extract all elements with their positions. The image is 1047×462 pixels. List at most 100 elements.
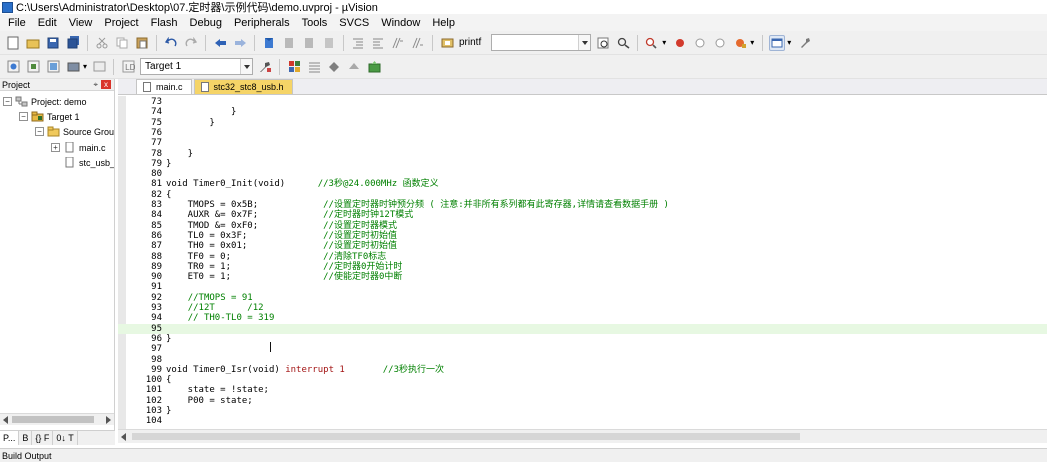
- tab-project[interactable]: P...: [0, 431, 20, 445]
- scroll-left-icon[interactable]: [3, 416, 8, 424]
- navigate-forward-icon[interactable]: [232, 35, 248, 51]
- menu-svcs[interactable]: SVCS: [333, 17, 375, 29]
- tree-item-project[interactable]: − Project: demo: [3, 94, 87, 109]
- collapse-icon[interactable]: −: [3, 97, 12, 106]
- comment-selection-icon[interactable]: [390, 35, 406, 51]
- project-horizontal-scrollbar[interactable]: [0, 413, 114, 425]
- code-line[interactable]: 96}: [118, 334, 1047, 344]
- menu-file[interactable]: File: [2, 17, 32, 29]
- code-line[interactable]: 86 TL0 = 0x3F; //设置定时初始值: [118, 231, 1047, 241]
- build-icon[interactable]: [25, 59, 41, 75]
- expand-icon[interactable]: +: [51, 143, 60, 152]
- open-folder-icon[interactable]: [25, 35, 41, 51]
- code-line[interactable]: 73: [118, 97, 1047, 107]
- code-line[interactable]: 97: [118, 344, 1047, 354]
- redo-icon[interactable]: [183, 35, 199, 51]
- tree-item-stc-usb[interactable]: stc_usb_: [63, 155, 114, 170]
- chevron-down-icon[interactable]: [240, 59, 253, 74]
- code-line[interactable]: 85 TMOD &= 0xF0; //设置定时器模式: [118, 221, 1047, 231]
- new-file-icon[interactable]: [5, 35, 21, 51]
- tab-templates[interactable]: 0↓ T: [53, 431, 78, 445]
- code-line[interactable]: 83 TMOPS = 0x5B; //设置定时器时钟预分频 ( 注意:并非所有系…: [118, 200, 1047, 210]
- breakpoint-icon[interactable]: [672, 35, 688, 51]
- bookmark-next-icon[interactable]: [301, 35, 317, 51]
- code-line[interactable]: 81 void Timer0_Init(void) //3秒@24.000MHz …: [118, 179, 1047, 189]
- navigate-back-icon[interactable]: [212, 35, 228, 51]
- breakpoint-kill-icon[interactable]: [732, 35, 748, 51]
- code-line[interactable]: 101 state = !state;: [118, 385, 1047, 395]
- code-line[interactable]: 80: [118, 169, 1047, 179]
- code-line[interactable]: 89 TR0 = 1; //定时器0开始计时: [118, 262, 1047, 272]
- code-line[interactable]: 104: [118, 416, 1047, 426]
- build-output-header[interactable]: Build Output: [0, 448, 1047, 462]
- menu-help[interactable]: Help: [426, 17, 461, 29]
- menu-project[interactable]: Project: [98, 17, 144, 29]
- code-line[interactable]: 82 {: [118, 190, 1047, 200]
- manage-rte-icon[interactable]: [346, 59, 362, 75]
- tab-books[interactable]: B: [19, 431, 33, 445]
- menu-debug[interactable]: Debug: [184, 17, 228, 29]
- code-line[interactable]: 74 }: [118, 107, 1047, 117]
- menu-view[interactable]: View: [63, 17, 99, 29]
- chevron-down-icon[interactable]: ▾: [662, 38, 666, 47]
- tree-item-main-c[interactable]: + main.c: [51, 140, 106, 155]
- zoom-icon[interactable]: [644, 35, 660, 51]
- scrollbar-thumb[interactable]: [132, 433, 800, 440]
- collapse-icon[interactable]: −: [35, 127, 44, 136]
- target-select[interactable]: Target 1: [140, 58, 254, 75]
- select-packs-icon[interactable]: [326, 59, 342, 75]
- file-extensions-icon[interactable]: [306, 59, 322, 75]
- close-icon[interactable]: x: [101, 80, 111, 89]
- menu-window[interactable]: Window: [375, 17, 426, 29]
- indent-icon[interactable]: [350, 35, 366, 51]
- find-icon[interactable]: [615, 35, 631, 51]
- find-in-files-icon[interactable]: [439, 35, 455, 51]
- scroll-right-icon[interactable]: [106, 416, 111, 424]
- cut-icon[interactable]: [94, 35, 110, 51]
- pin-icon[interactable]: ⌖: [93, 80, 98, 90]
- code-line[interactable]: 90 ET0 = 1; //使能定时器0中断: [118, 272, 1047, 282]
- uncomment-selection-icon[interactable]: [410, 35, 426, 51]
- tab-stc32-stc8-usb-h[interactable]: stc32_stc8_usb.h: [193, 79, 293, 94]
- incremental-find-icon[interactable]: [595, 35, 611, 51]
- scrollbar-thumb[interactable]: [12, 416, 94, 423]
- code-line[interactable]: 78 }: [118, 149, 1047, 159]
- save-icon[interactable]: [45, 35, 61, 51]
- rebuild-icon[interactable]: [45, 59, 61, 75]
- code-line[interactable]: 79}: [118, 159, 1047, 169]
- code-line[interactable]: 102 P00 = state;: [118, 396, 1047, 406]
- menu-flash[interactable]: Flash: [145, 17, 184, 29]
- bookmark-toggle-icon[interactable]: [261, 35, 277, 51]
- tab-functions[interactable]: {} F: [32, 431, 54, 445]
- unindent-icon[interactable]: [370, 35, 386, 51]
- pack-installer-icon[interactable]: [366, 59, 382, 75]
- chevron-down-icon[interactable]: ▾: [787, 38, 791, 47]
- configuration-wrench-icon[interactable]: [797, 35, 813, 51]
- menu-edit[interactable]: Edit: [32, 17, 63, 29]
- editor-horizontal-scrollbar[interactable]: [118, 429, 1047, 443]
- chevron-down-icon[interactable]: ▾: [83, 62, 87, 71]
- chevron-down-icon[interactable]: [578, 35, 591, 50]
- find-combo-box[interactable]: [491, 34, 592, 51]
- code-line[interactable]: 87 TH0 = 0x01; //设置定时初始值: [118, 241, 1047, 251]
- batch-build-icon[interactable]: [65, 59, 81, 75]
- code-line[interactable]: 99 void Timer0_Isr(void) interrupt 1 //3秒…: [118, 365, 1047, 375]
- stop-build-icon[interactable]: [91, 59, 107, 75]
- breakpoint-clear-icon[interactable]: [712, 35, 728, 51]
- code-line[interactable]: 88 TF0 = 0; //清除TF0标志: [118, 252, 1047, 262]
- bookmark-clear-icon[interactable]: [321, 35, 337, 51]
- target-options-icon[interactable]: [257, 59, 273, 75]
- tab-main-c[interactable]: main.c: [136, 79, 192, 94]
- code-line[interactable]: 93 //12T /12: [118, 303, 1047, 313]
- code-line[interactable]: 94 // TH0-TL0 = 319: [118, 313, 1047, 323]
- code-line[interactable]: 91: [118, 282, 1047, 292]
- translate-icon[interactable]: [5, 59, 21, 75]
- bookmark-prev-icon[interactable]: [281, 35, 297, 51]
- tree-item-target[interactable]: − Target 1: [19, 109, 80, 124]
- find-text[interactable]: printf: [459, 37, 481, 48]
- menu-peripherals[interactable]: Peripherals: [228, 17, 296, 29]
- code-line[interactable]: 98: [118, 355, 1047, 365]
- code-line[interactable]: 75 }: [118, 118, 1047, 128]
- window-layout-icon[interactable]: [769, 34, 786, 51]
- code-text-area[interactable]: 73 74 } 75 } 76 77 78 } 79} 80 81 void Timer0_Ini…: [118, 96, 1047, 429]
